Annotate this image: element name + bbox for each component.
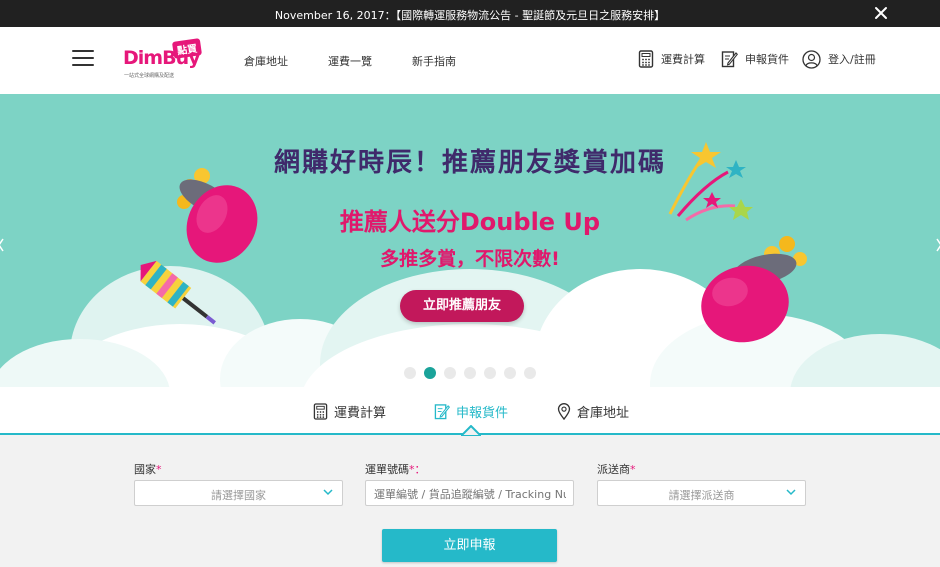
carrier-select[interactable]: 請選擇派送商 (597, 480, 806, 506)
chevron-left-icon[interactable] (0, 237, 4, 253)
slide-dot[interactable] (484, 367, 496, 379)
declare-submit-button[interactable]: 立即申報 (382, 529, 557, 562)
carrier-select-value: 請選擇派送商 (668, 489, 735, 502)
calculator-icon (313, 402, 328, 420)
tab-declare-shipment[interactable]: 申報貨件 (434, 401, 508, 421)
tool-label: 登入/註冊 (828, 53, 876, 66)
refer-friend-button[interactable]: 立即推薦朋友 (400, 290, 524, 322)
nav-beginner-guide[interactable]: 新手指南 (412, 53, 456, 69)
close-icon[interactable] (872, 4, 890, 22)
logo-tagline: 一站式全球網購及配送 (124, 73, 175, 79)
tool-shipping-calculator[interactable]: 運費計算 (638, 49, 705, 69)
tab-label: 申報貨件 (456, 405, 509, 421)
banner-illustration (0, 142, 940, 387)
menu-icon[interactable] (72, 50, 94, 66)
tracking-number-input[interactable] (374, 486, 566, 502)
active-tab-caret (461, 425, 481, 437)
banner-title: 網購好時辰！推薦朋友獎賞加碼 (273, 148, 666, 178)
tool-declare-shipment[interactable]: 申報貨件 (721, 49, 789, 69)
country-label: 國家* (134, 463, 162, 476)
calculator-icon (638, 50, 654, 68)
logo[interactable]: DimBuy 點買 一站式全球網購及配送 (118, 38, 208, 81)
tool-label: 運費計算 (661, 53, 705, 66)
user-icon (802, 49, 821, 69)
promo-banner[interactable]: 網購好時辰！推薦朋友獎賞加碼 推薦人送分Double Up 多推多賞，不限次數!… (0, 94, 940, 387)
announcement-text[interactable]: November 16, 2017：【國際轉運服務物流公告 - 聖誕節及元旦日之… (0, 7, 940, 23)
tab-label: 倉庫地址 (577, 405, 630, 421)
chevron-right-icon[interactable] (936, 237, 940, 253)
slide-dot[interactable] (404, 367, 416, 379)
chevron-down-icon (786, 489, 796, 496)
edit-form-icon (721, 51, 738, 68)
slide-dot[interactable] (464, 367, 476, 379)
site-header: DimBuy 點買 一站式全球網購及配送 倉庫地址 運費一覽 新手指南 運費計算… (0, 27, 940, 94)
tool-login-register[interactable]: 登入/註冊 (802, 49, 876, 69)
tracking-number-field (365, 480, 574, 506)
slide-indicators (404, 367, 544, 379)
tab-warehouse-address[interactable]: 倉庫地址 (557, 401, 629, 421)
announcement-bar: November 16, 2017：【國際轉運服務物流公告 - 聖誕節及元旦日之… (0, 0, 940, 27)
slide-dot[interactable] (524, 367, 536, 379)
country-select-value: 請選擇國家 (211, 489, 266, 502)
tool-label: 申報貨件 (745, 53, 789, 66)
slide-dot[interactable] (424, 367, 436, 379)
nav-shipping-rates[interactable]: 運費一覽 (328, 53, 372, 69)
slide-dot[interactable] (444, 367, 456, 379)
banner-headline: 推薦人送分Double Up (339, 208, 601, 236)
edit-form-icon (434, 403, 450, 419)
country-select[interactable]: 請選擇國家 (134, 480, 343, 506)
nav-warehouse-address[interactable]: 倉庫地址 (244, 53, 288, 69)
banner-subheadline: 多推多賞，不限次數! (380, 248, 560, 270)
tab-label: 運費計算 (334, 405, 387, 421)
slide-dot[interactable] (504, 367, 516, 379)
carrier-label: 派送商* (597, 463, 636, 476)
chevron-down-icon (323, 489, 333, 496)
tab-shipping-calculator[interactable]: 運費計算 (313, 401, 386, 421)
tracking-number-label: 運單號碼*： (365, 463, 426, 476)
location-pin-icon (557, 402, 571, 420)
